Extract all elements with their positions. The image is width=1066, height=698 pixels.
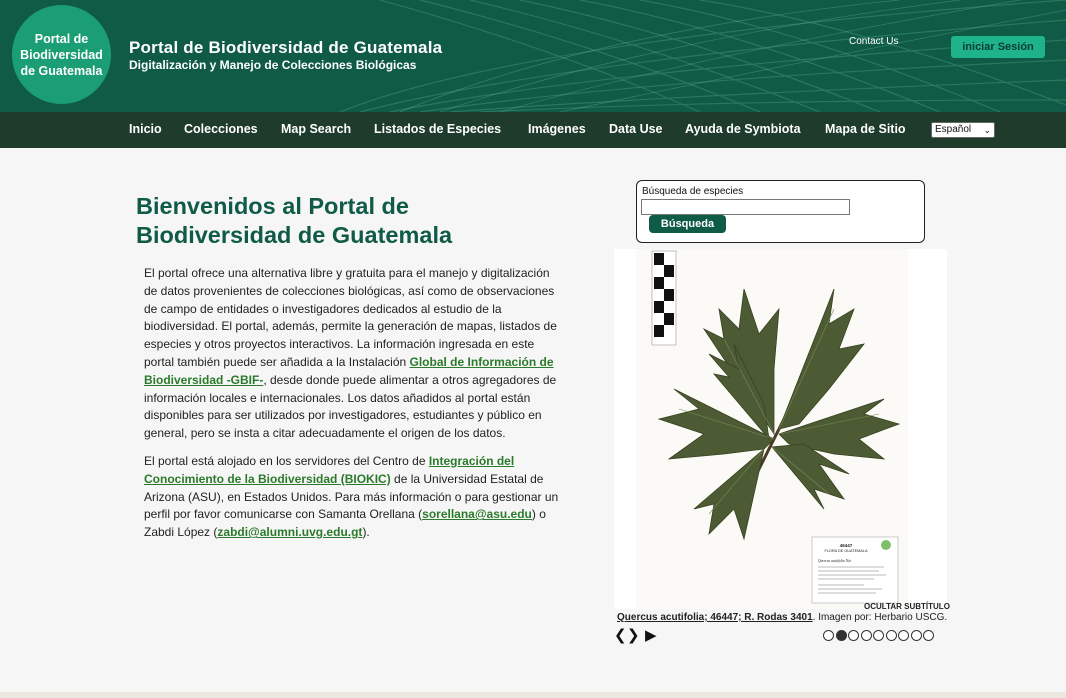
language-selected-value: Español — [935, 124, 972, 135]
slide-caption: Quercus acutifolia; 46447; R. Rodas 3401… — [617, 612, 947, 623]
main-nav: Inicio Colecciones Map Search Listados d… — [0, 112, 1066, 148]
sorellana-email-link[interactable]: sorellana@asu.edu — [422, 507, 532, 521]
hosting-paragraph: El portal está alojado en los servidores… — [144, 453, 564, 542]
search-button[interactable]: Búsqueda — [649, 215, 726, 233]
slide-dot[interactable] — [923, 630, 934, 641]
chevron-right-icon[interactable]: ❯ — [627, 626, 640, 644]
slide-dot[interactable] — [860, 630, 872, 641]
site-subtitle: Digitalización y Manejo de Colecciones B… — [129, 58, 417, 72]
contact-us-link[interactable]: Contact Us — [849, 36, 898, 47]
intro-paragraph: El portal ofrece una alternativa libre y… — [144, 265, 564, 443]
label-number: 46447 — [840, 543, 853, 548]
slide-pagination — [823, 630, 934, 641]
label-herbarium: FLORA DE GUATEMALA — [825, 549, 868, 553]
slide-dot[interactable] — [835, 630, 847, 641]
zabdi-email-link[interactable]: zabdi@alumni.uvg.edu.gt — [217, 525, 362, 539]
nav-item-inicio[interactable]: Inicio — [129, 122, 162, 136]
login-button[interactable]: iniciar Sesión — [951, 36, 1045, 58]
label-species: Quercus acutifolia Née — [818, 559, 852, 563]
logo-line-1: Portal de — [34, 32, 89, 46]
nav-item-listados-de-especies[interactable]: Listados de Especies — [374, 122, 501, 136]
page-footer-line — [0, 692, 1066, 698]
slide-dot[interactable] — [885, 630, 897, 641]
logo-line-2: Biodiversidad — [20, 48, 103, 62]
hosting-text-4: ). — [362, 525, 370, 540]
species-search-box: Búsqueda de especies Búsqueda — [636, 180, 925, 243]
nav-item-colecciones[interactable]: Colecciones — [184, 122, 258, 136]
portal-logo[interactable]: Portal de Biodiversidad de Guatemala — [12, 5, 111, 104]
search-label: Búsqueda de especies — [642, 186, 744, 197]
play-icon[interactable]: ▶ — [645, 626, 657, 644]
species-search-input[interactable] — [641, 199, 850, 215]
chevron-left-icon[interactable]: ❮ — [614, 626, 627, 644]
chevron-down-icon: ⌄ — [983, 125, 991, 135]
page-title: Bienvenidos al Portal de Biodiversidad d… — [136, 192, 556, 250]
slide-dot[interactable] — [848, 630, 859, 641]
nav-item-imagenes[interactable]: Imágenes — [528, 122, 586, 136]
caption-credit: . Imagen por: Herbario USCG. — [812, 612, 948, 623]
slide-dot[interactable] — [823, 630, 834, 641]
specimen-record-link[interactable]: Quercus acutifolia; 46447; R. Rodas 3401 — [617, 612, 813, 623]
slide-dot[interactable] — [910, 630, 922, 641]
hosting-text-1: El portal está alojado en los servidores… — [144, 454, 429, 468]
language-select[interactable]: Español ⌄ — [931, 122, 995, 138]
site-title[interactable]: Portal de Biodiversidad de Guatemala — [129, 38, 442, 58]
page-title-line-2: Biodiversidad de Guatemala — [136, 222, 453, 248]
slide-dot[interactable] — [873, 630, 884, 641]
nav-item-mapa-de-sitio[interactable]: Mapa de Sitio — [825, 122, 906, 136]
herbarium-specimen-illustration: 46447 FLORA DE GUATEMALA Quercus acutifo… — [636, 249, 908, 609]
logo-line-3: de Guatemala — [20, 64, 103, 78]
intro-text-1: El portal ofrece una alternativa libre y… — [144, 266, 557, 369]
nav-item-map-search[interactable]: Map Search — [281, 122, 351, 136]
specimen-image[interactable]: 46447 FLORA DE GUATEMALA Quercus acutifo… — [614, 249, 947, 609]
page-title-line-1: Bienvenidos al Portal de — [136, 193, 409, 219]
hide-caption-toggle[interactable]: OCULTAR SUBTÍTULO — [864, 602, 950, 611]
nav-item-data-use[interactable]: Data Use — [609, 122, 663, 136]
slide-dot[interactable] — [898, 630, 909, 641]
nav-item-ayuda-symbiota[interactable]: Ayuda de Symbiota — [685, 122, 801, 136]
header-banner: Portal de Biodiversidad de Guatemala Por… — [0, 0, 1066, 112]
